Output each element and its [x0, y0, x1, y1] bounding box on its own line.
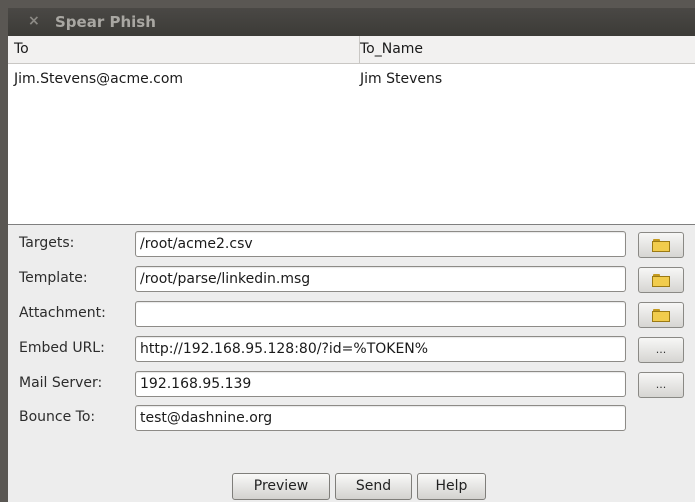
table-header: To To_Name: [8, 36, 695, 64]
help-button[interactable]: Help: [417, 473, 486, 500]
attachment-browse-button[interactable]: [638, 302, 684, 328]
embed-url-options-button[interactable]: ...: [638, 337, 684, 363]
attachment-row: Attachment:: [8, 298, 695, 330]
spear-phish-window: × Spear Phish To To_Name Jim.Stevens@acm…: [8, 8, 695, 502]
cell-to: Jim.Stevens@acme.com: [14, 71, 184, 87]
template-field[interactable]: /root/parse/linkedin.msg: [135, 266, 626, 292]
spear-phish-form: Targets: /root/acme2.csv Template: /root…: [8, 225, 695, 502]
template-browse-button[interactable]: [638, 267, 684, 293]
mail-server-row: Mail Server: 192.168.95.139 ...: [8, 368, 695, 400]
window-titlebar: × Spear Phish: [8, 8, 695, 36]
targets-table[interactable]: To To_Name Jim.Stevens@acme.com Jim Stev…: [8, 36, 695, 225]
template-row: Template: /root/parse/linkedin.msg: [8, 263, 695, 295]
embed-url-label: Embed URL:: [19, 340, 105, 356]
bounce-to-label: Bounce To:: [19, 409, 96, 425]
attachment-field[interactable]: [135, 301, 626, 327]
column-header-to[interactable]: To: [8, 36, 360, 63]
window-title: Spear Phish: [55, 13, 156, 31]
bounce-to-field[interactable]: test@dashnine.org: [135, 405, 626, 431]
targets-label: Targets:: [19, 235, 75, 251]
send-button[interactable]: Send: [335, 473, 412, 500]
targets-field[interactable]: /root/acme2.csv: [135, 231, 626, 257]
preview-button[interactable]: Preview: [232, 473, 330, 500]
folder-icon: [652, 274, 670, 287]
attachment-label: Attachment:: [19, 305, 106, 321]
embed-url-row: Embed URL: http://192.168.95.128:80/?id=…: [8, 333, 695, 365]
bounce-to-row: Bounce To: test@dashnine.org: [8, 402, 695, 434]
mail-server-options-button[interactable]: ...: [638, 372, 684, 398]
mail-server-field[interactable]: 192.168.95.139: [135, 371, 626, 397]
targets-browse-button[interactable]: [638, 232, 684, 258]
folder-icon: [652, 309, 670, 322]
cell-to-name: Jim Stevens: [360, 71, 443, 87]
template-label: Template:: [19, 270, 88, 286]
mail-server-label: Mail Server:: [19, 375, 103, 391]
folder-icon: [652, 239, 670, 252]
targets-row: Targets: /root/acme2.csv: [8, 228, 695, 260]
embed-url-field[interactable]: http://192.168.95.128:80/?id=%TOKEN%: [135, 336, 626, 362]
column-header-to-name[interactable]: To_Name: [354, 36, 695, 63]
close-icon[interactable]: ×: [28, 13, 40, 29]
table-row[interactable]: Jim.Stevens@acme.com Jim Stevens: [8, 64, 695, 94]
